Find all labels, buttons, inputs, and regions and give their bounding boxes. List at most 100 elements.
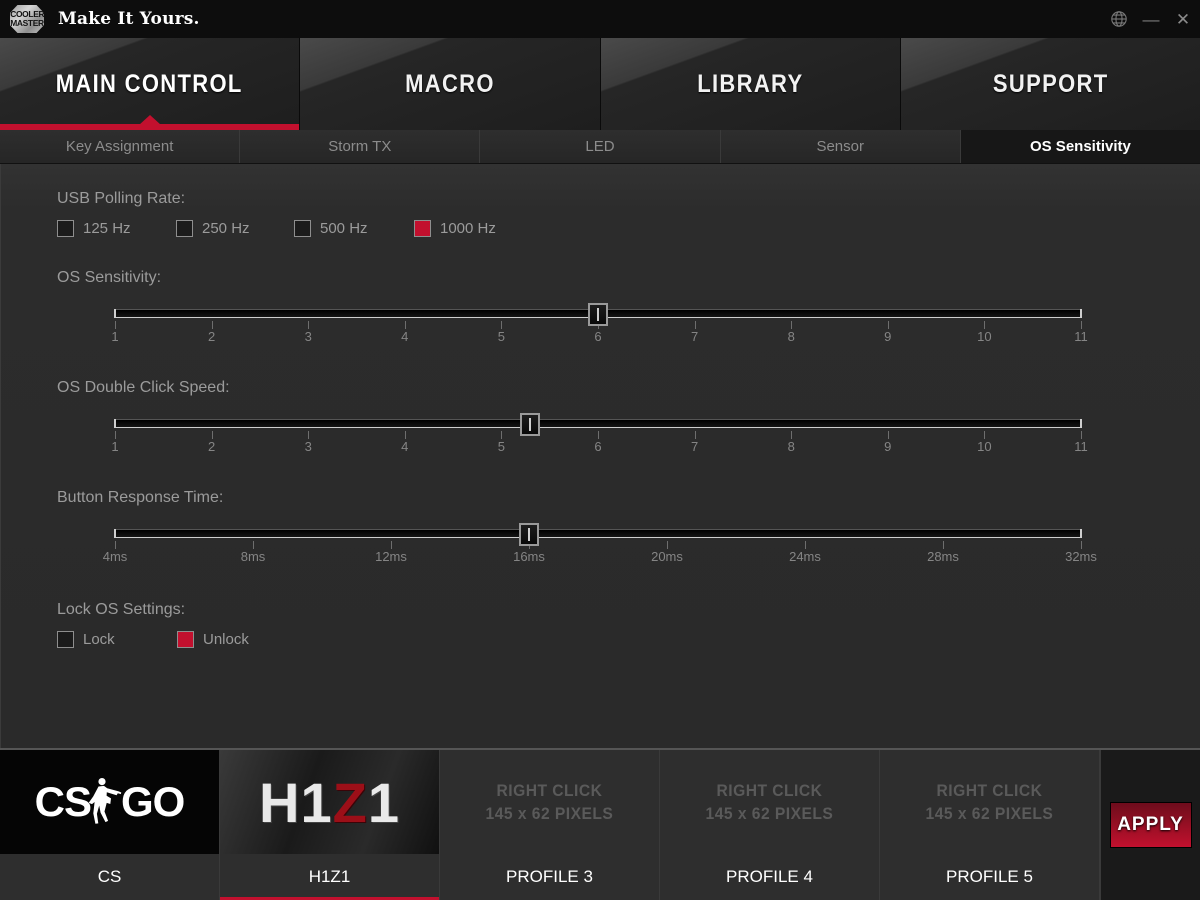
soldier-icon <box>89 778 122 824</box>
checkbox-icon[interactable] <box>176 220 193 237</box>
subtab-sensor[interactable]: Sensor <box>720 130 961 163</box>
polling-option-1000[interactable]: 1000 Hz <box>414 220 496 237</box>
button-response-time-thumb[interactable] <box>519 523 539 546</box>
checkbox-icon[interactable] <box>57 220 74 237</box>
active-tab-underline <box>0 124 300 130</box>
main-tab-bar: MAIN CONTROL MACRO LIBRARY SUPPORT <box>0 38 1200 130</box>
tab-library-label: LIBRARY <box>697 69 804 98</box>
profile-slot-3[interactable]: RIGHT CLICK 145 x 62 PIXELS PROFILE 3 <box>440 750 660 900</box>
os-sensitivity-tick-label: 9 <box>884 329 892 344</box>
globe-icon[interactable] <box>1110 10 1128 28</box>
double-click-speed-tick-label: 8 <box>787 439 795 454</box>
profile-thumbnail-csgo[interactable]: CS GO <box>0 750 219 854</box>
profile-slot-h1z1[interactable]: H1Z1 H1Z1 <box>220 750 440 900</box>
os-sensitivity-tick <box>501 321 503 329</box>
os-sensitivity-thumb[interactable] <box>588 303 608 326</box>
os-sensitivity-tick-label: 4 <box>401 329 409 344</box>
os-sensitivity-tick-label: 11 <box>1074 329 1088 344</box>
slider-track[interactable] <box>114 419 1082 428</box>
button-response-time-tick <box>943 541 944 549</box>
profile-thumbnail-empty[interactable]: RIGHT CLICK 145 x 62 PIXELS <box>440 750 659 854</box>
lock-os-settings-options: Lock Unlock <box>57 631 1200 648</box>
double-click-speed-tick <box>694 431 696 439</box>
double-click-speed-tick <box>791 431 793 439</box>
cooler-master-logo-icon: COOLER MASTER <box>10 5 44 33</box>
profile-slot-cs[interactable]: CS GO CS <box>0 750 220 900</box>
os-sensitivity-tick <box>791 321 793 329</box>
polling-option-500[interactable]: 500 Hz <box>294 220 414 237</box>
subtab-os-sensitivity[interactable]: OS Sensitivity <box>960 130 1200 163</box>
os-sensitivity-tick-label: 7 <box>690 329 699 344</box>
double-click-speed-tick-label: 2 <box>207 439 216 454</box>
profile-placeholder-text: RIGHT CLICK 145 x 62 PIXELS <box>705 781 834 823</box>
lock-option[interactable]: Lock <box>57 631 177 648</box>
os-sensitivity-tick <box>211 321 213 329</box>
subtab-led[interactable]: LED <box>480 130 721 163</box>
double-click-speed-tick <box>115 431 116 439</box>
double-click-speed-tick-label: 6 <box>594 439 602 454</box>
slider-track[interactable] <box>114 529 1082 538</box>
os-sensitivity-tick <box>694 321 696 329</box>
os-sensitivity-tick-label: 1 <box>111 329 119 344</box>
profile-thumbnail-h1z1[interactable]: H1Z1 <box>220 750 439 854</box>
double-click-speed-tick <box>887 431 889 439</box>
button-response-time-tick <box>253 541 254 549</box>
os-sensitivity-tick-label: 6 <box>594 329 602 344</box>
profile-placeholder-text: RIGHT CLICK 145 x 62 PIXELS <box>485 781 614 823</box>
os-sensitivity-tick <box>308 321 310 329</box>
logo-line-1: COOLER <box>10 10 44 19</box>
profile-thumbnail-empty[interactable]: RIGHT CLICK 145 x 62 PIXELS <box>660 750 879 854</box>
tab-macro[interactable]: MACRO <box>300 38 601 130</box>
os-sensitivity-tick <box>404 321 406 329</box>
double-click-speed-tick <box>598 431 599 439</box>
double-click-speed-tick-label: 7 <box>690 439 699 454</box>
double-click-speed-tick-label: 5 <box>497 439 506 454</box>
csgo-logo-icon: CS GO <box>35 774 185 830</box>
button-response-time-label: Button Response Time: <box>57 489 224 506</box>
tab-support-label: SUPPORT <box>992 69 1109 98</box>
logo-line-2: MASTER <box>10 19 44 28</box>
tab-support[interactable]: SUPPORT <box>900 38 1200 130</box>
polling-option-125[interactable]: 125 Hz <box>57 220 176 237</box>
double-click-speed-tick <box>1081 431 1082 439</box>
checkbox-checked-icon[interactable] <box>177 631 194 648</box>
tab-main-control[interactable]: MAIN CONTROL <box>0 38 301 130</box>
os-sensitivity-tick-label: 8 <box>787 329 795 344</box>
polling-option-250[interactable]: 250 Hz <box>176 220 294 237</box>
button-response-time-section: Button Response Time: 4ms 8ms 12ms 16ms 20ms… <box>1 489 1200 571</box>
button-response-time-tick-label: 12ms <box>375 549 407 564</box>
profile-slot-4[interactable]: RIGHT CLICK 145 x 62 PIXELS PROFILE 4 <box>660 750 880 900</box>
checkbox-checked-icon[interactable] <box>414 220 431 237</box>
profile-slot-5[interactable]: RIGHT CLICK 145 x 62 PIXELS PROFILE 5 <box>880 750 1100 900</box>
subtab-storm-tx[interactable]: Storm TX <box>240 130 481 163</box>
double-click-speed-tick <box>404 431 406 439</box>
close-button[interactable]: ✕ <box>1174 11 1192 28</box>
subtab-key-assignment[interactable]: Key Assignment <box>0 130 241 163</box>
profile-placeholder-text: RIGHT CLICK 145 x 62 PIXELS <box>925 781 1054 823</box>
os-sensitivity-section: OS Sensitivity: 1 2 3 4 5 6 7 8 9 10 11 <box>1 269 1200 351</box>
minimize-button[interactable]: — <box>1142 11 1160 28</box>
button-response-time-tick-label: 16ms <box>513 549 545 564</box>
checkbox-icon[interactable] <box>57 631 74 648</box>
double-click-speed-tick-label: 3 <box>304 439 312 454</box>
tab-library[interactable]: LIBRARY <box>600 38 901 130</box>
button-response-time-tick-label: 32ms <box>1065 549 1097 564</box>
button-response-time-tick <box>1081 541 1082 549</box>
checkbox-icon[interactable] <box>294 220 311 237</box>
apply-zone: APPLY <box>1100 750 1200 900</box>
double-click-speed-slider[interactable]: 1 2 3 4 5 6 7 8 9 10 11 <box>111 409 1088 461</box>
os-sensitivity-tick <box>115 321 116 329</box>
os-sensitivity-tick-label: 5 <box>497 329 506 344</box>
button-response-time-slider[interactable]: 4ms 8ms 12ms 16ms 20ms 24ms 28ms 32ms <box>103 519 1097 571</box>
os-sensitivity-label: OS Sensitivity: <box>57 269 162 286</box>
tagline: Make It Yours. <box>58 9 200 29</box>
double-click-speed-tick-label: 10 <box>977 439 992 454</box>
usb-polling-rate-options: 125 Hz 250 Hz 500 Hz 1000 Hz <box>57 220 1200 237</box>
unlock-option[interactable]: Unlock <box>177 631 249 648</box>
apply-button[interactable]: APPLY <box>1109 802 1192 848</box>
os-sensitivity-slider[interactable]: 1 2 3 4 5 6 7 8 9 10 11 <box>111 299 1088 351</box>
profile-thumbnail-empty[interactable]: RIGHT CLICK 145 x 62 PIXELS <box>880 750 1099 854</box>
profile-bar: CS GO CS H1Z1 H1Z1 RIGHT CLICK 145 x 62 … <box>0 748 1200 900</box>
double-click-speed-thumb[interactable] <box>520 413 541 436</box>
application-window: COOLER MASTER Make It Yours. — ✕ MAIN CO… <box>0 0 1200 900</box>
